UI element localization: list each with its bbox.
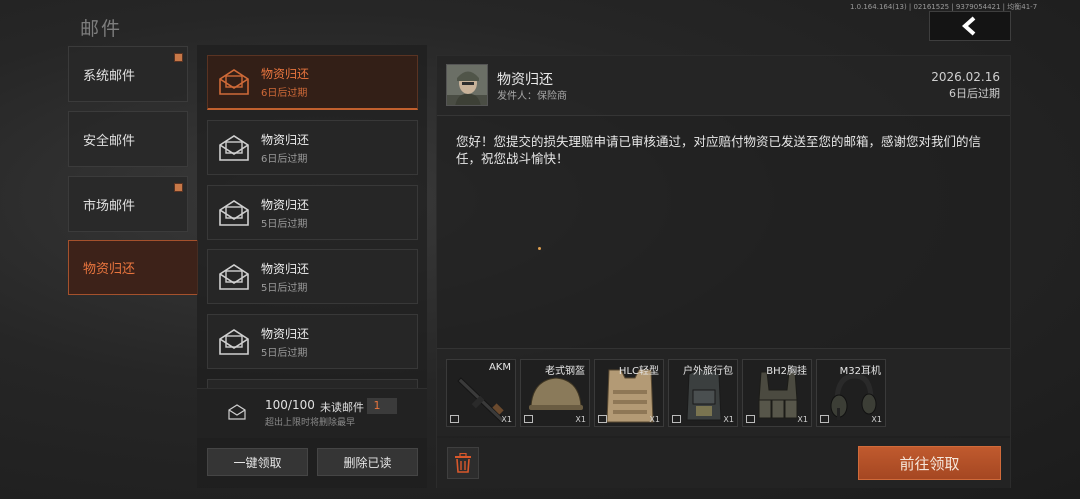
claim-all-button[interactable]: 一键领取 [207,448,308,476]
attachment-qty: X1 [797,415,808,424]
mail-title: 物资归还 [261,261,310,276]
envelope-icon [219,199,249,226]
back-button[interactable] [929,11,1011,41]
mail-expire: 5日后过期 [261,347,308,359]
mail-detail-title: 物资归还 [497,72,553,88]
box-icon [450,415,459,423]
envelope-icon [219,134,249,161]
box-icon [524,415,533,423]
attachment-name: AKM [488,362,511,373]
attachment-name: M32耳机 [839,366,881,377]
attachment-qty: X1 [575,415,586,424]
attachment-item[interactable]: 老式钢盔 X1 [520,359,590,427]
limit-note: 超出上限时将删除最早 [265,418,356,428]
box-icon [672,415,681,423]
envelope-icon [219,69,249,95]
chevron-left-icon [961,16,976,36]
envelope-icon [219,263,249,290]
mail-sender: 发件人：保险商 [497,91,567,102]
tab-security-mail[interactable]: 安全邮件 [68,111,188,167]
mail-date: 2026.02.16 [931,70,1000,84]
mail-body: 您好！您提交的损失理赔申请已审核通过，对应赔付物资已发送至您的邮箱，感谢您对我们… [456,134,982,166]
attachment-qty: X1 [871,415,882,424]
attachment-item[interactable]: BH2胸挂 X1 [742,359,812,427]
envelope-icon [219,328,249,355]
mail-item[interactable]: 物资归还 5日后过期 [207,185,418,240]
mail-title: 物资归还 [261,67,310,81]
attachment-qty: X1 [649,415,660,424]
mail-detail-expire: 6日后过期 [949,87,1000,100]
attachment-item[interactable]: AKM X1 [446,359,516,427]
box-icon [820,415,829,423]
avatar [446,64,488,106]
box-icon [598,415,607,423]
tab-market-mail[interactable]: 市场邮件 [68,176,188,232]
mail-title: 物资归还 [261,132,310,147]
unread-label: 未读邮件 [320,401,364,414]
tab-supply-return[interactable]: 物资归还 [68,240,198,295]
attachment-qty: X1 [723,415,734,424]
envelope-icon [228,404,246,420]
attachment-item[interactable]: HLC轻型 X1 [594,359,664,427]
mail-item[interactable]: 物资归还 6日后过期 [207,120,418,175]
decoration-dot [538,247,541,250]
trash-icon [455,453,471,473]
tab-label: 安全邮件 [83,133,136,149]
mail-expire: 5日后过期 [261,282,308,294]
page-title: 邮件 [80,18,123,40]
attachment-item[interactable]: M32耳机 X1 [816,359,886,427]
attachment-item[interactable]: 户外旅行包 X1 [668,359,738,427]
tab-label: 市场邮件 [83,198,136,214]
attachment-name: 户外旅行包 [683,366,733,377]
unread-dot [174,183,183,192]
mail-expire: 5日后过期 [261,218,308,230]
tab-label: 物资归还 [83,262,136,277]
mail-count: 100/100 [265,398,315,412]
tab-system-mail[interactable]: 系统邮件 [68,46,188,102]
delete-mail-button[interactable] [447,447,479,479]
attachment-name: BH2胸挂 [766,366,807,377]
mail-item[interactable]: 物资归还 6日后过期 [207,55,418,110]
go-claim-button[interactable]: 前往领取 [858,446,1001,480]
mail-title: 物资归还 [261,197,310,212]
mail-expire: 6日后过期 [261,88,308,99]
mail-expire: 6日后过期 [261,153,308,165]
delete-read-button[interactable]: 删除已读 [317,448,418,476]
unread-count-badge: 1 [367,398,397,414]
attachment-qty: X1 [501,415,512,424]
mail-title: 物资归还 [261,326,310,341]
tab-label: 系统邮件 [83,68,136,84]
attachment-name: 老式钢盔 [545,366,585,377]
mail-item[interactable]: 物资归还 5日后过期 [207,249,418,304]
mail-item[interactable]: 物资归还 5日后过期 [207,314,418,369]
unread-dot [174,53,183,62]
attachment-name: HLC轻型 [618,366,659,377]
box-icon [746,415,755,423]
